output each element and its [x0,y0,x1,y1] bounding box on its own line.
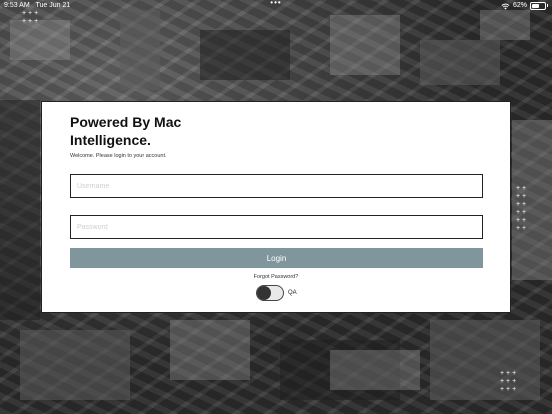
decor-sparkles-bottom: + + + + + + + + + [500,370,517,393]
page-title: Powered By Mac Intelligence. [70,114,182,148]
qa-toggle-row: QA [256,285,297,301]
password-input[interactable] [70,215,483,239]
wifi-icon [501,3,510,10]
login-card: Powered By Mac Intelligence. Welcome. Pl… [41,101,511,313]
qa-label: QA [288,290,297,296]
status-bar: 9:53 AM Tue Jun 21 ••• 62% [0,0,552,12]
multitask-dots[interactable]: ••• [270,0,281,9]
username-input[interactable] [70,174,483,198]
forgot-password-link[interactable]: Forgot Password? [42,274,510,280]
toggle-knob [257,286,271,300]
qa-toggle[interactable] [256,285,284,301]
login-button[interactable]: Login [70,248,483,268]
decor-sparkles-right: + + + + + + + + + + + + [516,185,527,232]
battery-percent: 62% [512,2,527,9]
decor-sparkles: + + + + + + [22,10,39,25]
battery-icon [530,2,548,10]
status-time: 9:53 AM [4,2,30,9]
welcome-text: Welcome. Please login to your account. [70,153,167,159]
status-date: Tue Jun 21 [35,2,71,9]
